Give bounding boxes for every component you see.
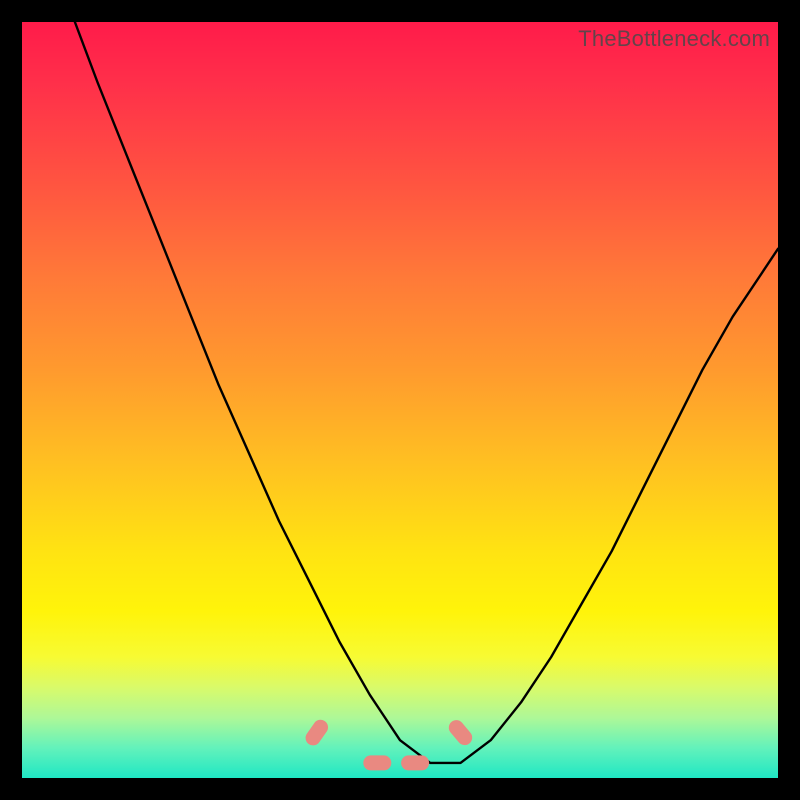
- curve-marker: [363, 755, 391, 770]
- curve-marker: [401, 755, 429, 770]
- chart-frame: TheBottleneck.com: [0, 0, 800, 800]
- chart-svg: [22, 22, 778, 778]
- curve-marker: [446, 717, 475, 748]
- curve-path: [75, 22, 778, 763]
- curve-marker: [303, 717, 331, 749]
- plot-area: TheBottleneck.com: [22, 22, 778, 778]
